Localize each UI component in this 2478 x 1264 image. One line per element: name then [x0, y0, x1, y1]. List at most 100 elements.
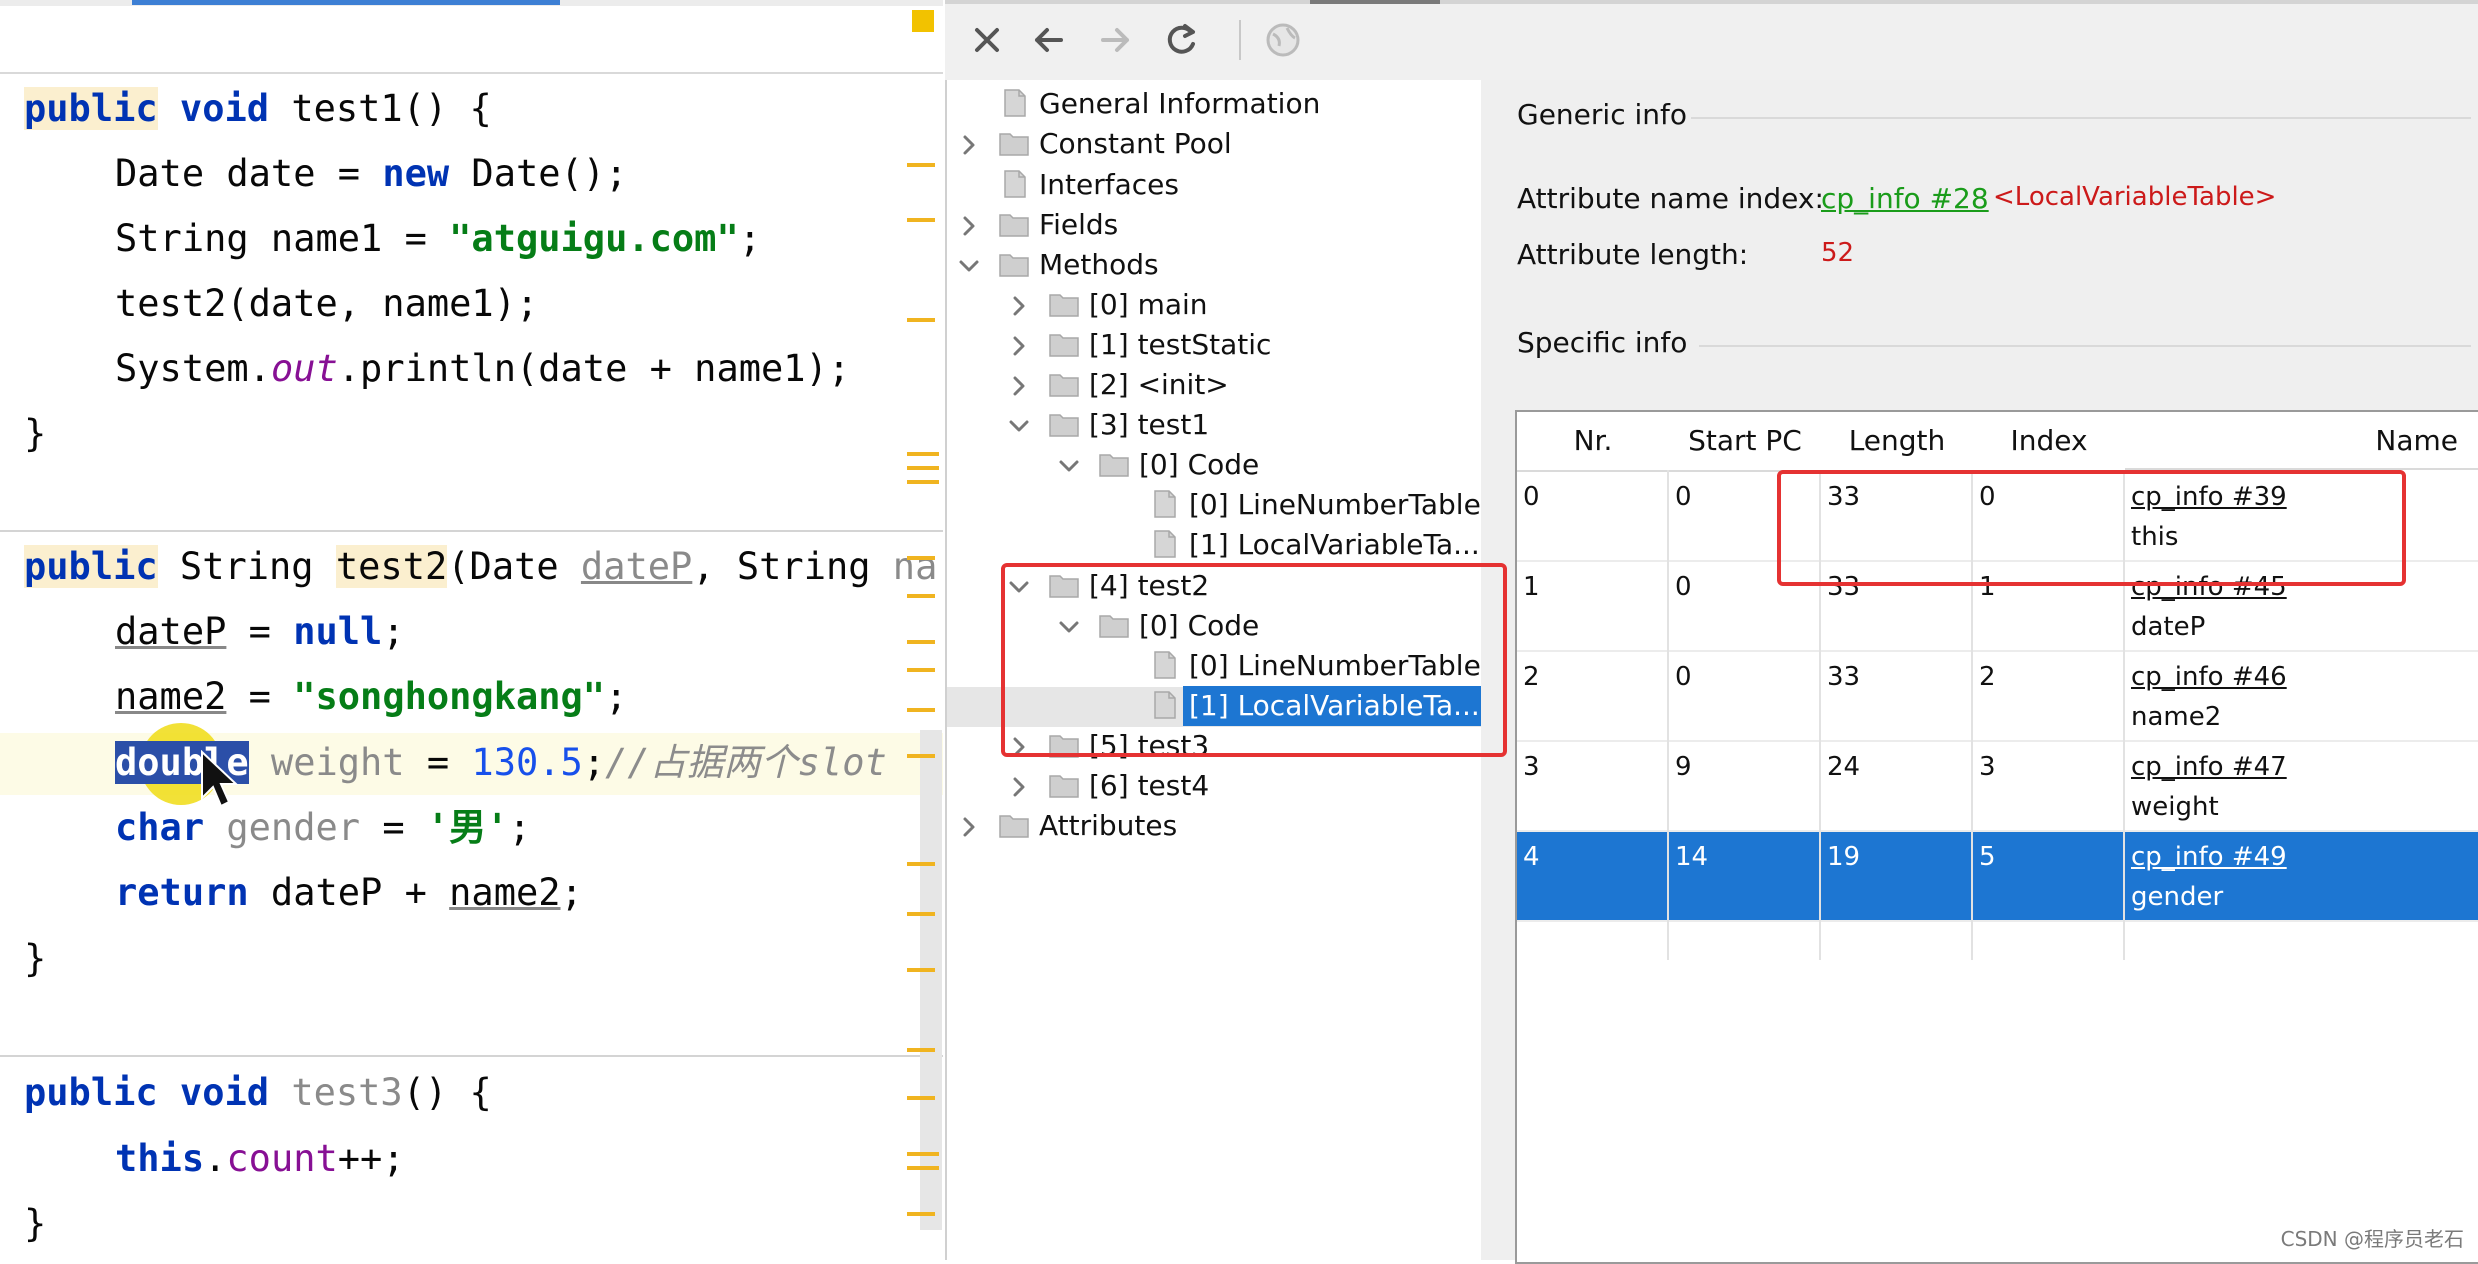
error-stripe-marker[interactable]	[907, 862, 935, 866]
code-line[interactable]: public String test2(Date dateP, String n…	[24, 535, 937, 599]
tree-item-fields[interactable]: Fields	[947, 205, 1483, 245]
column-header-name[interactable]: Name	[2125, 412, 2478, 470]
tree-item-constant-pool[interactable]: Constant Pool	[947, 124, 1483, 164]
tree-item-attributes[interactable]: Attributes	[947, 806, 1483, 846]
error-stripe-marker[interactable]	[907, 318, 935, 322]
chevron-down-icon[interactable]	[1057, 451, 1081, 479]
column-header-index[interactable]: Index	[1973, 412, 2127, 472]
static-field: out	[270, 347, 338, 390]
chevron-right-icon[interactable]	[1007, 331, 1031, 359]
table-cell-start: 14	[1675, 842, 1709, 872]
tree-item-test1-linenumbertable[interactable]: [0] LineNumberTable	[947, 485, 1483, 525]
attribute-name-index-link[interactable]: cp_info #28	[1821, 182, 1989, 215]
code-line[interactable]: Date date = new Date();	[115, 142, 627, 206]
tree-item-general-information[interactable]: General Information	[947, 84, 1483, 124]
error-stripe-marker[interactable]	[907, 1212, 935, 1216]
code-text: }	[24, 937, 47, 980]
chevron-right-icon[interactable]	[957, 211, 981, 239]
table-row[interactable]	[1517, 742, 2478, 830]
tree-item-method-teststatic[interactable]: [1] testStatic	[947, 325, 1483, 365]
code-line[interactable]: dateP = null;	[115, 600, 405, 664]
code-line[interactable]: public void test1() {	[24, 77, 492, 141]
method-separator	[0, 1055, 943, 1057]
code-line[interactable]: System.out.println(date + name1);	[115, 337, 850, 401]
code-line[interactable]: }	[24, 1192, 46, 1256]
tree-item-method-test4[interactable]: [6] test4	[947, 766, 1483, 806]
inspection-status-icon[interactable]	[912, 10, 934, 32]
close-icon[interactable]	[965, 18, 1009, 62]
generic-info-title: Generic info	[1517, 98, 1687, 131]
variable: name2	[115, 675, 227, 718]
code-line[interactable]: }	[24, 402, 46, 466]
error-stripe-marker[interactable]	[907, 1166, 939, 1170]
editor-active-tab-indicator	[132, 0, 560, 5]
code-line[interactable]: }	[24, 927, 46, 991]
error-stripe-marker[interactable]	[907, 668, 935, 672]
active-window-tab[interactable]	[1310, 0, 1440, 4]
cp-info-link[interactable]: cp_info #47	[2131, 752, 2287, 782]
error-stripe-marker[interactable]	[907, 163, 935, 167]
folder-icon	[1049, 770, 1079, 800]
tree-item-methods[interactable]: Methods	[947, 245, 1483, 285]
chevron-right-icon[interactable]	[1007, 371, 1031, 399]
code-line[interactable]: public void test3() {	[24, 1061, 492, 1125]
error-stripe-marker[interactable]	[907, 218, 935, 222]
error-stripe-marker[interactable]	[907, 556, 935, 560]
table-cell-start: 0	[1675, 572, 1692, 602]
error-stripe-marker[interactable]	[907, 1152, 939, 1156]
error-stripe-marker[interactable]	[907, 912, 935, 916]
code-line[interactable]: this.count++;	[115, 1127, 405, 1191]
variable-name: gender	[2131, 882, 2224, 912]
code-line[interactable]: name2 = "songhongkang";	[115, 665, 627, 729]
method-separator	[0, 530, 943, 532]
refresh-icon[interactable]	[1159, 18, 1203, 62]
cp-info-link[interactable]: cp_info #46	[2131, 662, 2287, 692]
code-text: (Date	[447, 545, 581, 588]
chevron-right-icon[interactable]	[957, 812, 981, 840]
table-row[interactable]	[1517, 652, 2478, 740]
error-stripe-marker[interactable]	[907, 968, 935, 972]
back-arrow-icon[interactable]	[1027, 18, 1071, 62]
code-text: .	[204, 1137, 227, 1180]
error-stripe-marker[interactable]	[907, 1096, 935, 1100]
tree-item-method-init[interactable]: [2] <init>	[947, 365, 1483, 405]
tree-item-interfaces[interactable]: Interfaces	[947, 165, 1483, 205]
column-header-length[interactable]: Length	[1821, 412, 1975, 472]
column-header-nr[interactable]: Nr.	[1517, 412, 1671, 472]
cp-info-link[interactable]: cp_info #49	[2131, 842, 2287, 872]
forward-arrow-icon[interactable]	[1093, 18, 1137, 62]
error-stripe-marker[interactable]	[907, 640, 935, 644]
code-editor[interactable]: public void test1() { Date date = new Da…	[0, 0, 943, 1260]
globe-icon[interactable]	[1261, 18, 1305, 62]
error-stripe-marker[interactable]	[907, 466, 939, 470]
tree-item-test1-localvariabletable[interactable]: [1] LocalVariableTa...	[947, 525, 1483, 565]
chevron-down-icon[interactable]	[1007, 411, 1031, 439]
keyword: new	[382, 152, 450, 195]
code-text: String	[157, 545, 336, 588]
error-stripe-marker[interactable]	[907, 708, 935, 712]
code-line[interactable]: char gender = '男';	[115, 796, 531, 860]
error-stripe-marker[interactable]	[907, 1048, 935, 1052]
code-text: ;	[605, 675, 628, 718]
chevron-right-icon[interactable]	[957, 130, 981, 158]
tree-item-method-test1[interactable]: [3] test1	[947, 405, 1483, 445]
code-line[interactable]: test2(date, name1);	[115, 272, 538, 336]
error-stripe-marker[interactable]	[907, 594, 935, 598]
chevron-right-icon[interactable]	[1007, 772, 1031, 800]
column-header-start-pc[interactable]: Start PC	[1669, 412, 1823, 472]
error-stripe-marker[interactable]	[907, 754, 935, 758]
chevron-right-icon[interactable]	[1007, 291, 1031, 319]
folder-icon	[1049, 329, 1079, 359]
error-stripe-marker[interactable]	[907, 452, 939, 456]
table-row[interactable]	[1517, 832, 2478, 920]
attribute-length-label: Attribute length:	[1517, 238, 1749, 271]
tree-item-label: General Information	[1039, 87, 1321, 120]
code-line[interactable]: String name1 = "atguigu.com";	[115, 207, 761, 271]
error-stripe-marker[interactable]	[907, 480, 939, 484]
method-name: test3	[269, 1071, 403, 1114]
tree-item-test1-code[interactable]: [0] Code	[947, 445, 1483, 485]
keyword: null	[293, 610, 383, 653]
tree-item-method-main[interactable]: [0] main	[947, 285, 1483, 325]
chevron-down-icon[interactable]	[957, 251, 981, 279]
code-line[interactable]: return dateP + name2;	[115, 861, 583, 925]
